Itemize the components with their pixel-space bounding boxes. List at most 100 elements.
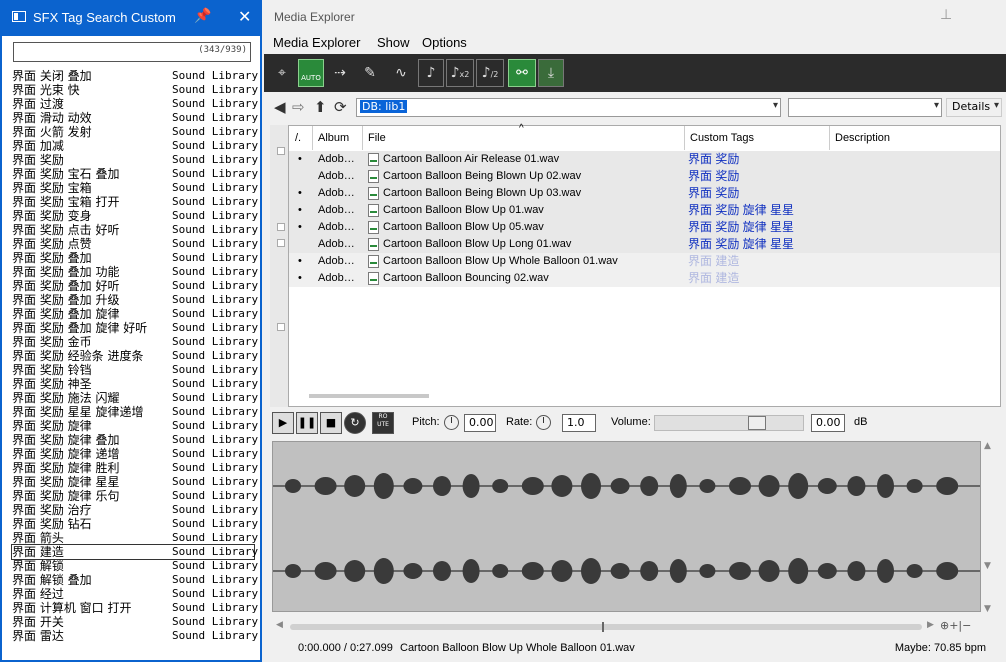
tag-list-item[interactable]: 界面 解锁 叠加 Sound Library bbox=[12, 573, 258, 587]
scroll-down-icon[interactable]: ▼ bbox=[984, 604, 991, 614]
volume-slider[interactable] bbox=[654, 415, 804, 431]
tag-list-item[interactable]: 界面 滑动 动效 Sound Library bbox=[12, 111, 258, 125]
note-icon[interactable]: ♪ bbox=[418, 59, 444, 87]
table-row[interactable]: Adob… Cartoon Balloon Blow Up Long 01.wav… bbox=[289, 236, 1000, 253]
tag-list-item[interactable]: 界面 开关 Sound Library bbox=[12, 615, 258, 629]
zoom-controls-icon[interactable]: ⊕+|− bbox=[940, 619, 971, 632]
tag-list-item[interactable]: 界面 奖励 旋律 乐句 Sound Library bbox=[12, 489, 258, 503]
tag-list-item[interactable]: 界面 奖励 旋律 Sound Library bbox=[12, 419, 258, 433]
forward-arrow-icon[interactable]: ⇨ bbox=[292, 98, 305, 116]
scroll-up-icon[interactable]: ▲ bbox=[984, 441, 991, 451]
table-row[interactable]: • Adob… Cartoon Balloon Bouncing 02.wav 界面 … bbox=[289, 270, 1000, 287]
insert-icon[interactable]: ⇢ bbox=[326, 59, 354, 87]
database-path-combo[interactable]: DB: lib1 ▾ bbox=[356, 98, 781, 117]
tag-list-item[interactable]: 界面 奖励 旋律 递增 Sound Library bbox=[12, 447, 258, 461]
tag-list-item[interactable]: 界面 奖励 治疗 Sound Library bbox=[12, 503, 258, 517]
expand-icon[interactable] bbox=[277, 223, 285, 231]
menu-show[interactable]: Show bbox=[377, 35, 410, 50]
tag-list-item[interactable]: 界面 奖励 叠加 旋律 Sound Library bbox=[12, 307, 258, 321]
dock-pin-icon[interactable]: ⊥ bbox=[940, 7, 952, 23]
tag-list-item[interactable]: 界面 火箭 发射 Sound Library bbox=[12, 125, 258, 139]
table-row[interactable]: Adob… Cartoon Balloon Being Blown Up 02.w… bbox=[289, 168, 1000, 185]
tag-list-item[interactable]: 界面 经过 Sound Library bbox=[12, 587, 258, 601]
column-header-file[interactable]: File ^ bbox=[363, 123, 685, 150]
tag-list-item[interactable]: 界面 奖励 经验条 进度条 Sound Library bbox=[12, 349, 258, 363]
refresh-icon[interactable]: ⟳ bbox=[334, 98, 347, 116]
scroll-left-icon[interactable]: ◀ bbox=[276, 620, 283, 630]
rate-value-field[interactable]: 1.0 bbox=[562, 414, 596, 432]
pitch-knob[interactable] bbox=[444, 415, 459, 430]
tag-list-item[interactable]: 界面 奖励 变身 Sound Library bbox=[12, 209, 258, 223]
tag-list-item[interactable]: 界面 加减 Sound Library bbox=[12, 139, 258, 153]
tag-list-item[interactable]: 界面 雷达 Sound Library bbox=[12, 629, 258, 643]
tag-list-item[interactable]: 界面 奖励 点击 好听 Sound Library bbox=[12, 223, 258, 237]
back-arrow-icon[interactable]: ◀ bbox=[274, 98, 286, 116]
scroll-track[interactable] bbox=[290, 622, 922, 632]
view-mode-combo[interactable]: Details ▾ bbox=[946, 98, 1002, 117]
waveform-display[interactable] bbox=[272, 441, 981, 612]
search-combo[interactable]: ▾ bbox=[788, 98, 942, 117]
route-button[interactable]: RO UTE bbox=[372, 412, 394, 434]
rate-knob[interactable] bbox=[536, 415, 551, 430]
tag-list-item[interactable]: 界面 奖励 宝箱 Sound Library bbox=[12, 181, 258, 195]
column-header-description[interactable]: Description bbox=[830, 126, 1000, 150]
waveform-info-icon[interactable]: ∿ bbox=[386, 59, 416, 87]
tag-list-item[interactable]: 界面 奖励 叠加 升级 Sound Library bbox=[12, 293, 258, 307]
expand-icon[interactable] bbox=[277, 147, 285, 155]
download-icon[interactable]: ⤓ bbox=[538, 59, 564, 87]
auto-play-button[interactable]: AUTO bbox=[298, 59, 324, 87]
tag-list-item[interactable]: 界面 计算机 窗口 打开 Sound Library bbox=[12, 601, 258, 615]
sfx-titlebar[interactable]: SFX Tag Search Custom 📌 ✕ bbox=[0, 0, 262, 36]
tag-list-item[interactable]: 界面 奖励 钻石 Sound Library bbox=[12, 517, 258, 531]
table-row[interactable]: • Adob… Cartoon Balloon Blow Up 01.wav 界面 奖… bbox=[289, 202, 1000, 219]
tag-list-item[interactable]: 界面 奖励 铃铛 Sound Library bbox=[12, 363, 258, 377]
table-row[interactable]: • Adob… Cartoon Balloon Being Blown Up 03.… bbox=[289, 185, 1000, 202]
pitch-half-button[interactable]: ♪/2 bbox=[476, 59, 504, 87]
pause-button[interactable]: ❚❚ bbox=[296, 412, 318, 434]
tag-list-item[interactable]: 界面 奖励 金币 Sound Library bbox=[12, 335, 258, 349]
scroll-down-icon[interactable]: ▼ bbox=[984, 561, 991, 571]
volume-value-field[interactable]: 0.00 bbox=[811, 414, 845, 432]
tag-list-item[interactable]: 界面 奖励 星星 旋律递增 Sound Library bbox=[12, 405, 258, 419]
play-button[interactable]: ▶ bbox=[272, 412, 294, 434]
tag-list-item[interactable]: 界面 奖励 叠加 好听 Sound Library bbox=[12, 279, 258, 293]
scroll-right-icon[interactable]: ▶ bbox=[927, 620, 934, 630]
tag-list-item[interactable]: 界面 奖励 叠加 Sound Library bbox=[12, 251, 258, 265]
expand-icon[interactable] bbox=[277, 239, 285, 247]
stop-button[interactable]: ■ bbox=[320, 412, 342, 434]
volume-slider-handle[interactable] bbox=[748, 416, 766, 430]
tag-list-item[interactable]: 界面 箭头 Sound Library bbox=[12, 531, 258, 545]
tag-list-item[interactable]: 界面 过渡 Sound Library bbox=[12, 97, 258, 111]
pitch-value-field[interactable]: 0.00 bbox=[464, 414, 496, 432]
tag-list-item[interactable]: 界面 奖励 叠加 旋律 好听 Sound Library bbox=[12, 321, 258, 335]
lock-tool-icon[interactable]: ⚯ bbox=[508, 59, 536, 87]
tag-list-item[interactable]: 界面 奖励 旋律 星星 Sound Library bbox=[12, 475, 258, 489]
repeat-icon[interactable]: ↻ bbox=[344, 412, 366, 434]
expand-icon[interactable] bbox=[277, 323, 285, 331]
tag-list-item[interactable]: 界面 解锁 Sound Library bbox=[12, 559, 258, 573]
tag-list-item[interactable]: 界面 奖励 叠加 功能 Sound Library bbox=[12, 265, 258, 279]
tag-list-item[interactable]: 界面 光束 快 Sound Library bbox=[12, 83, 258, 97]
tag-list-item[interactable]: 界面 奖励 旋律 叠加 Sound Library bbox=[12, 433, 258, 447]
waveform-horizontal-scroll[interactable]: ◀ ▶ ⊕+|− bbox=[272, 619, 997, 634]
tag-list-item[interactable]: 界面 奖励 点赞 Sound Library bbox=[12, 237, 258, 251]
tag-list-item[interactable]: 界面 奖励 宝箱 打开 Sound Library bbox=[12, 195, 258, 209]
tag-list-item[interactable]: 界面 关闭 叠加 Sound Library bbox=[12, 69, 258, 83]
pitch-double-button[interactable]: ♪x2 bbox=[446, 59, 474, 87]
table-row[interactable]: • Adob… Cartoon Balloon Air Release 01.wav… bbox=[289, 151, 1000, 168]
tag-list-item[interactable]: 界面 奖励 Sound Library bbox=[12, 153, 258, 167]
up-arrow-icon[interactable]: ⬆ bbox=[314, 98, 327, 116]
menu-media-explorer[interactable]: Media Explorer bbox=[273, 35, 360, 50]
tag-list-item[interactable]: 界面 奖励 宝石 叠加 Sound Library bbox=[12, 167, 258, 181]
pin-icon[interactable]: 📌 bbox=[194, 8, 211, 24]
horizontal-scrollbar[interactable] bbox=[309, 394, 429, 398]
table-row[interactable]: • Adob… Cartoon Balloon Blow Up Whole Ball… bbox=[289, 253, 1000, 270]
waveform-vertical-scroll[interactable]: ▲ ▼ ▼ bbox=[982, 441, 996, 616]
table-row[interactable]: • Adob… Cartoon Balloon Blow Up 05.wav 界面 奖… bbox=[289, 219, 1000, 236]
tag-list-item[interactable]: 界面 建造 Sound Library bbox=[11, 544, 258, 560]
tag-search-input[interactable]: (343/939) bbox=[13, 42, 251, 62]
column-header-album[interactable]: Album bbox=[313, 126, 363, 150]
search-tool-icon[interactable]: ⌖ bbox=[268, 59, 296, 87]
tag-list-item[interactable]: 界面 奖励 神圣 Sound Library bbox=[12, 377, 258, 391]
column-header-flag[interactable]: /. bbox=[289, 126, 313, 150]
